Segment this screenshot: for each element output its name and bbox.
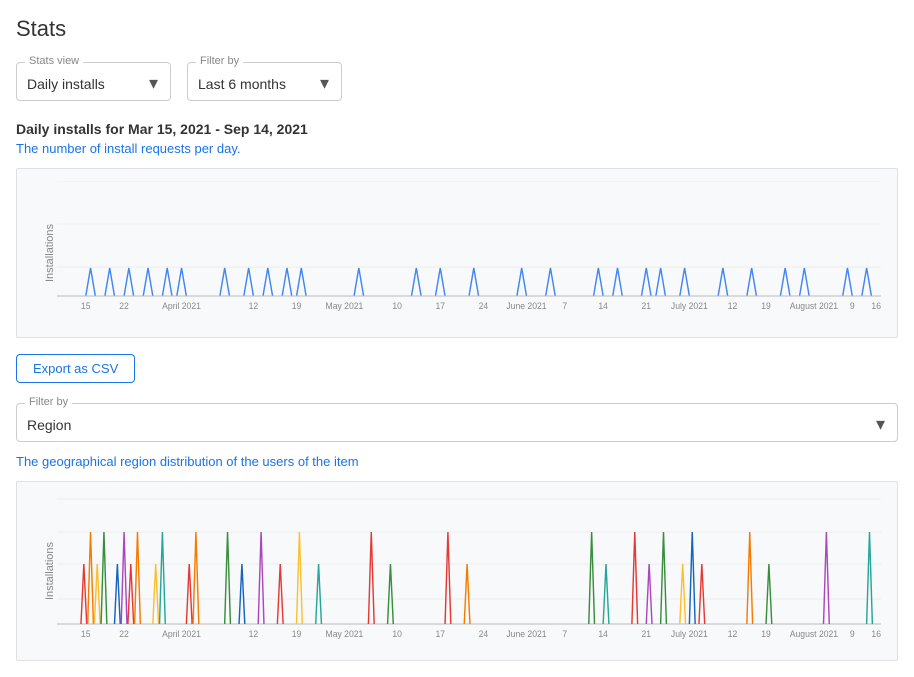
svg-text:9: 9 xyxy=(850,629,855,639)
export-csv-button[interactable]: Export as CSV xyxy=(16,354,135,383)
svg-text:7: 7 xyxy=(562,629,567,639)
svg-text:19: 19 xyxy=(292,629,302,639)
svg-text:June 2021: June 2021 xyxy=(506,629,546,639)
svg-text:August 2021: August 2021 xyxy=(790,629,838,639)
svg-text:May 2021: May 2021 xyxy=(326,301,364,311)
chart2-svg: 1.5 1.0 0.5 0.0 xyxy=(57,494,881,639)
filter-by-arrow-icon: ▾ xyxy=(320,73,329,94)
svg-text:May 2021: May 2021 xyxy=(326,629,364,639)
svg-text:9: 9 xyxy=(850,301,855,311)
svg-text:17: 17 xyxy=(435,629,445,639)
filter-by-label: Filter by xyxy=(196,55,243,67)
date-range-title: Daily installs for Mar 15, 2021 - Sep 14… xyxy=(16,121,898,137)
filter-by-dropdown[interactable]: Filter by Last 6 months ▾ xyxy=(187,62,342,101)
svg-text:14: 14 xyxy=(598,301,608,311)
region-value: Region xyxy=(27,417,71,433)
svg-text:10: 10 xyxy=(392,629,402,639)
svg-text:15: 15 xyxy=(81,301,91,311)
svg-text:7: 7 xyxy=(562,301,567,311)
region-chart: Installations 1.5 1.0 0.5 0.0 xyxy=(16,481,898,661)
svg-text:July 2021: July 2021 xyxy=(671,629,708,639)
svg-text:April 2021: April 2021 xyxy=(162,629,201,639)
svg-text:22: 22 xyxy=(119,301,129,311)
stats-view-arrow-icon: ▾ xyxy=(149,73,158,94)
svg-text:19: 19 xyxy=(292,301,302,311)
region-arrow-icon: ▾ xyxy=(876,414,885,435)
controls-row: Stats view Daily installs ▾ Filter by La… xyxy=(16,62,898,101)
svg-text:12: 12 xyxy=(249,301,259,311)
stats-view-label: Stats view xyxy=(25,55,83,67)
svg-text:15: 15 xyxy=(81,629,91,639)
svg-text:21: 21 xyxy=(641,629,651,639)
region-subtitle: The geographical region distribution of … xyxy=(16,454,898,469)
svg-text:12: 12 xyxy=(728,629,738,639)
chart-subtitle: The number of install requests per day. xyxy=(16,141,898,156)
svg-text:12: 12 xyxy=(249,629,259,639)
region-dropdown[interactable]: Filter by Region ▾ xyxy=(16,403,898,442)
filter-by-select[interactable]: Last 6 months ▾ xyxy=(198,67,329,96)
stats-view-dropdown[interactable]: Stats view Daily installs ▾ xyxy=(16,62,171,101)
svg-text:16: 16 xyxy=(871,301,881,311)
chart2-y-axis-label: Installations xyxy=(44,542,56,600)
chart1-svg: 3 2 1 0 15 2 xyxy=(57,181,881,311)
svg-text:August 2021: August 2021 xyxy=(790,301,838,311)
stats-view-select[interactable]: Daily installs ▾ xyxy=(27,67,158,96)
region-filter-label: Filter by xyxy=(25,396,72,408)
filter-by-value: Last 6 months xyxy=(198,76,286,92)
region-select[interactable]: Region ▾ xyxy=(27,408,885,437)
page-title: Stats xyxy=(16,16,898,42)
svg-text:19: 19 xyxy=(761,301,771,311)
svg-text:12: 12 xyxy=(728,301,738,311)
svg-text:22: 22 xyxy=(119,629,129,639)
installs-chart: Installations 3 2 1 0 xyxy=(16,168,898,338)
svg-text:19: 19 xyxy=(761,629,771,639)
svg-text:April 2021: April 2021 xyxy=(162,301,201,311)
chart1-y-axis-label: Installations xyxy=(44,224,56,282)
svg-text:10: 10 xyxy=(392,301,402,311)
svg-text:17: 17 xyxy=(435,301,445,311)
svg-text:July 2021: July 2021 xyxy=(671,301,708,311)
svg-text:24: 24 xyxy=(479,629,489,639)
svg-text:24: 24 xyxy=(479,301,489,311)
svg-text:16: 16 xyxy=(871,629,881,639)
stats-view-value: Daily installs xyxy=(27,76,105,92)
svg-text:21: 21 xyxy=(641,301,651,311)
svg-text:14: 14 xyxy=(598,629,608,639)
svg-text:June 2021: June 2021 xyxy=(506,301,546,311)
